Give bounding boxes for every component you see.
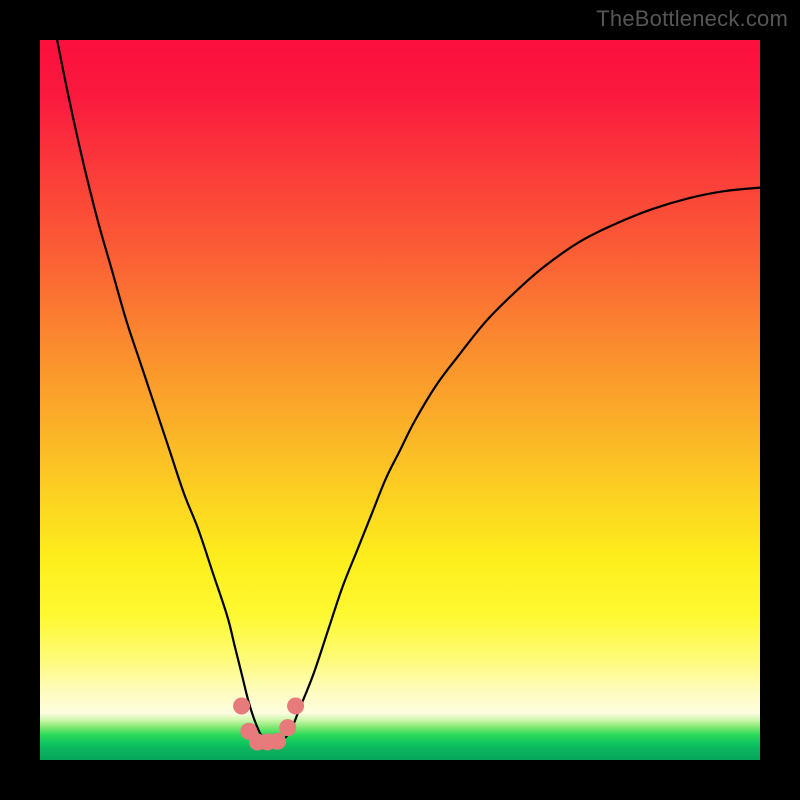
marker-dot bbox=[233, 698, 250, 715]
marker-dot bbox=[279, 719, 296, 736]
bottleneck-curve bbox=[40, 40, 760, 742]
outer-frame: TheBottleneck.com bbox=[0, 0, 800, 800]
chart-svg bbox=[40, 40, 760, 760]
bottom-markers bbox=[233, 698, 304, 751]
marker-dot bbox=[269, 733, 286, 750]
watermark-text: TheBottleneck.com bbox=[596, 6, 788, 32]
plot-area bbox=[40, 40, 760, 760]
marker-dot bbox=[287, 698, 304, 715]
